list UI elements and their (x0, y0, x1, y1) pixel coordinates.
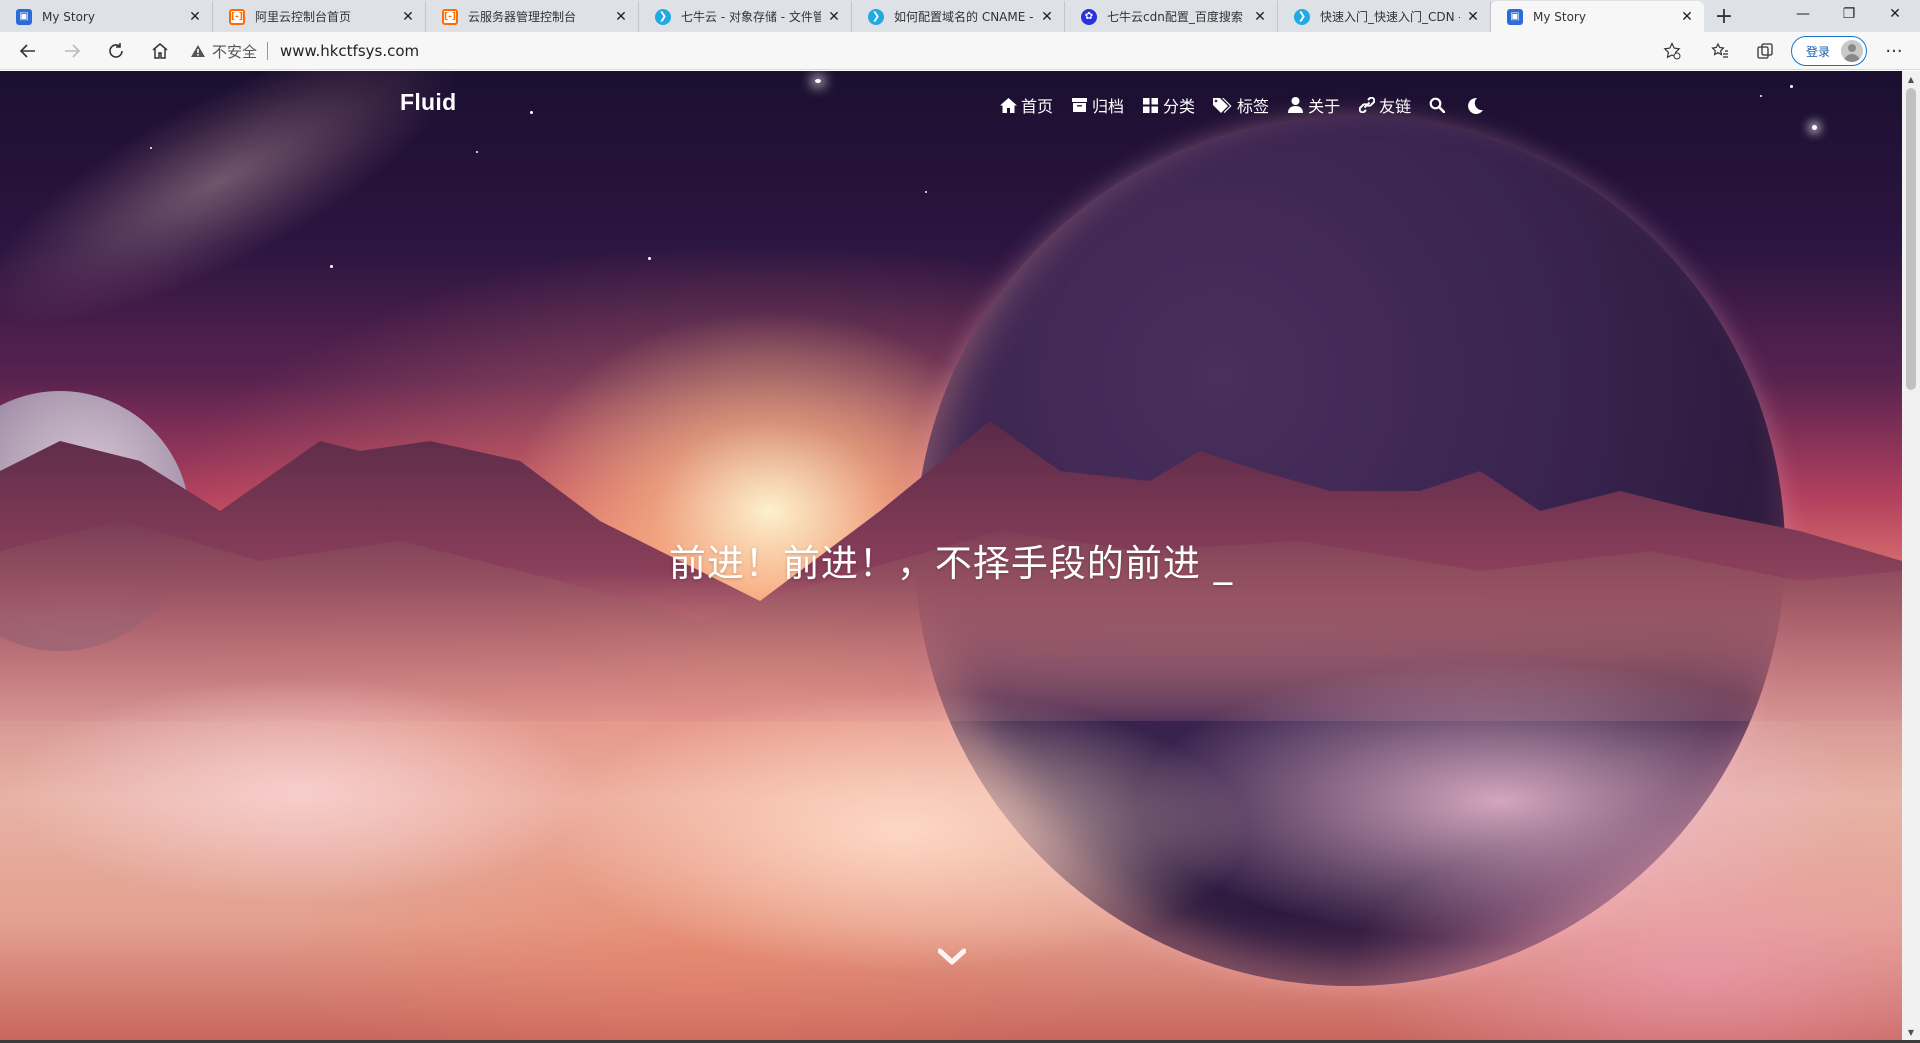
tab-title: 云服务器管理控制台 (468, 10, 577, 24)
nav-item-label: 关于 (1308, 97, 1341, 116)
address-divider (267, 42, 269, 60)
browser-tab[interactable]: ▣ My Story ✕ (0, 1, 213, 32)
qiniu-icon: ❯ (1294, 8, 1310, 25)
browser-tab-strip: ▣ My Story ✕ [-] 阿里云控制台首页 ✕ [-] 云服务器管理控制… (0, 0, 1920, 32)
reload-icon (109, 43, 123, 58)
nav-item-label: 分类 (1163, 97, 1196, 116)
tab-title: 七牛云cdn配置_百度搜索 (1107, 10, 1243, 24)
page-scrollbar[interactable]: ▲ ▼ (1902, 71, 1920, 1040)
profile-login-button[interactable]: 登录 (1791, 36, 1867, 66)
site-navbar: Fluid 首页 归档 分类 标签 关于 友链 (0, 71, 1902, 141)
favorites-list-icon (1711, 42, 1728, 58)
restore-button[interactable]: ❐ (1826, 0, 1872, 28)
category-icon (1142, 97, 1159, 114)
url-text[interactable]: www.hkctfsys.com (280, 42, 419, 60)
qiniu-icon: ❯ (868, 8, 884, 25)
search-button[interactable] (1429, 97, 1446, 113)
browser-tab[interactable]: [-] 阿里云控制台首页 ✕ (213, 1, 426, 32)
nav-item-label: 标签 (1237, 97, 1270, 116)
tab-title: 如何配置域名的 CNAME - 七 (894, 10, 1034, 24)
nav-item-home[interactable]: 首页 (1000, 93, 1053, 117)
chevron-down-icon (937, 948, 967, 965)
qiniu-icon: ❯ (655, 8, 671, 25)
browser-tab[interactable]: [-] 云服务器管理控制台 ✕ (426, 1, 639, 32)
collections-button[interactable] (1750, 37, 1780, 65)
story-icon: ▣ (1507, 8, 1523, 25)
browser-tab[interactable]: ❯ 如何配置域名的 CNAME - 七 ✕ (852, 1, 1065, 32)
browser-tab[interactable]: ✿ 七牛云cdn配置_百度搜索 ✕ (1065, 1, 1278, 32)
dark-mode-toggle[interactable] (1467, 97, 1484, 114)
add-favorite-button[interactable] (1657, 37, 1687, 65)
more-menu-button[interactable]: ··· (1879, 37, 1909, 65)
close-tab-icon[interactable]: ✕ (825, 9, 843, 25)
close-tab-icon[interactable]: ✕ (399, 9, 417, 25)
back-button[interactable] (12, 36, 44, 66)
collections-icon (1757, 43, 1773, 59)
home-icon (152, 43, 168, 59)
login-label: 登录 (1806, 44, 1831, 59)
new-tab-button[interactable]: + (1704, 1, 1744, 32)
close-window-button[interactable]: ✕ (1872, 0, 1918, 28)
story-icon: ▣ (16, 8, 32, 25)
home-button[interactable] (144, 36, 176, 66)
tab-title: My Story (42, 9, 95, 24)
close-tab-icon[interactable]: ✕ (1464, 9, 1482, 25)
site-brand[interactable]: Fluid (400, 89, 456, 116)
close-tab-icon[interactable]: ✕ (1678, 9, 1696, 25)
browser-tab[interactable]: ❯ 快速入门_快速入门_CDN - ✕ (1278, 1, 1491, 32)
nav-item-label: 归档 (1092, 97, 1125, 116)
nav-item-tags[interactable]: 标签 (1213, 93, 1269, 117)
link-icon (1358, 97, 1375, 114)
scrollbar-thumb[interactable] (1906, 88, 1916, 390)
tab-title: 阿里云控制台首页 (255, 10, 352, 24)
hero-slogan: 前进！前进！，不择手段的前进 _ (668, 542, 1234, 585)
site-menu: 首页 归档 分类 标签 关于 友链 (1000, 93, 1506, 117)
reload-button[interactable] (100, 36, 132, 66)
scroll-down-button[interactable] (937, 947, 967, 967)
close-tab-icon[interactable]: ✕ (186, 9, 204, 25)
nav-item-label: 友链 (1379, 97, 1412, 116)
nav-item-category[interactable]: 分类 (1142, 93, 1195, 117)
archive-icon (1071, 97, 1088, 114)
search-icon (1429, 97, 1446, 113)
user-icon (1287, 97, 1304, 114)
scroll-down-arrow-icon[interactable]: ▼ (1902, 1024, 1920, 1040)
security-status[interactable]: 不安全 (212, 41, 257, 62)
arrow-left-icon (19, 44, 35, 58)
arrow-right-icon (65, 44, 81, 58)
avatar-icon (1841, 40, 1863, 62)
hero-banner: Fluid 首页 归档 分类 标签 关于 友链 前进！前进！，不择手段的前进 _ (0, 71, 1902, 1040)
close-tab-icon[interactable]: ✕ (1251, 9, 1269, 25)
nav-item-archive[interactable]: 归档 (1071, 93, 1124, 117)
tab-title: 快速入门_快速入门_CDN - (1320, 10, 1460, 24)
browser-tab-active[interactable]: ▣ My Story ✕ (1491, 1, 1704, 32)
close-tab-icon[interactable]: ✕ (612, 9, 630, 25)
nav-item-links[interactable]: 友链 (1358, 93, 1411, 117)
browser-tab[interactable]: ❯ 七牛云 - 对象存储 - 文件管 ✕ (639, 1, 852, 32)
moon-icon (1468, 97, 1484, 114)
tags-icon (1213, 97, 1233, 114)
minimize-button[interactable]: — (1780, 0, 1826, 28)
aliyun-icon: [-] (229, 8, 245, 25)
close-tab-icon[interactable]: ✕ (1038, 9, 1056, 25)
baidu-icon: ✿ (1081, 8, 1097, 25)
nav-item-about[interactable]: 关于 (1287, 93, 1340, 117)
home-icon (1000, 97, 1017, 114)
star-add-icon (1663, 42, 1681, 60)
warning-icon (191, 45, 205, 57)
nav-item-label: 首页 (1021, 97, 1054, 116)
favorites-button[interactable] (1705, 37, 1735, 65)
tab-title: My Story (1533, 9, 1586, 24)
forward-button[interactable] (56, 36, 88, 66)
aliyun-icon: [-] (442, 8, 458, 25)
tab-title: 七牛云 - 对象存储 - 文件管 (681, 10, 821, 24)
browser-toolbar: 不安全 www.hkctfsys.com 登录 ··· (0, 32, 1920, 70)
address-bar[interactable]: 不安全 www.hkctfsys.com (190, 36, 1690, 66)
scroll-up-arrow-icon[interactable]: ▲ (1902, 71, 1920, 87)
ellipsis-icon: ··· (1885, 40, 1903, 62)
